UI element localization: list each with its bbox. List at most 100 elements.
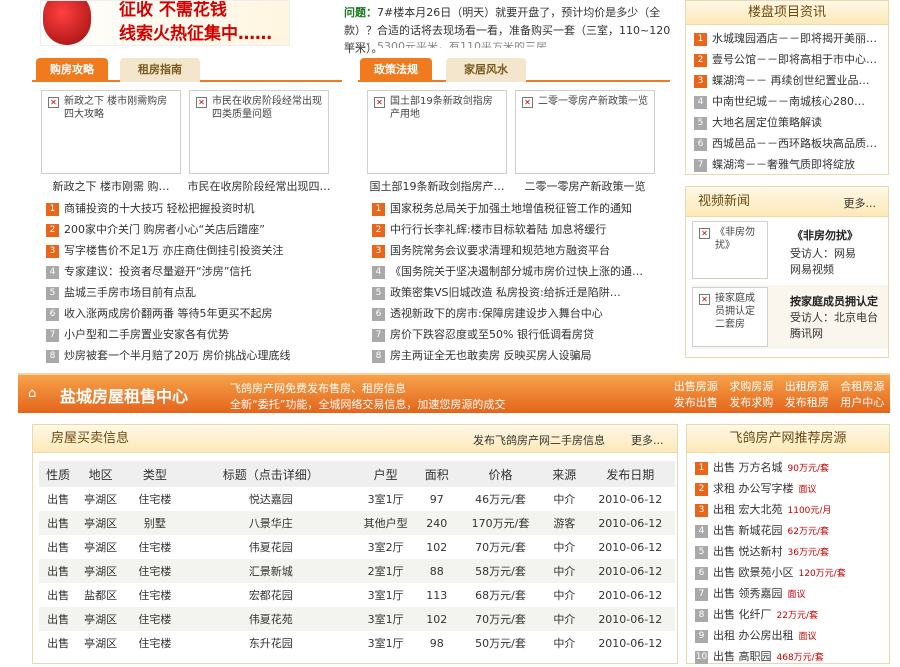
list-item[interactable]: 3 国务院常务会议要求清理和规范地方融资平台 — [372, 240, 672, 261]
list-item-title[interactable]: 政策密集VS旧城改造 私房投资:给拆迁是陷阱… — [390, 286, 621, 299]
list-item-title[interactable]: 炒房被套一个半月赔了20万 房价挑战心理底线 — [64, 349, 291, 362]
sale-publish-link[interactable]: 发布飞鸽房产网二手房信息 — [473, 432, 605, 448]
list-item-title[interactable]: 出售 欧景苑小区 — [713, 566, 794, 579]
list-item-title[interactable]: 求租 办公写字楼 — [713, 482, 794, 495]
table-row[interactable]: 出售 亭湖区 住宅楼 汇景新城 2室1厅 88 58万元/套 中介 2010-06-12 — [39, 559, 675, 583]
thumb-caption[interactable]: 二零一零房产新政策一览 — [507, 178, 663, 194]
list-item-title[interactable]: 透视新政下的房市:保障房建设步入舞台中心 — [390, 307, 603, 320]
video-item-1-title[interactable]: 《非房勿扰》 — [792, 227, 858, 243]
list-item[interactable]: 1 出售 万方名城 90万元/套 — [695, 457, 887, 478]
list-item-title[interactable]: 中南世纪城－－南城核心280… — [712, 95, 865, 108]
list-item-title[interactable]: 出租 办公房出租 — [713, 629, 794, 642]
list-item[interactable]: 7 出售 领秀嘉园 面议 — [695, 583, 887, 604]
table-cell[interactable]: 伟夏花苑 — [186, 607, 356, 631]
list-item-title[interactable]: 水城瑰园酒店－－即将揭开美丽… — [712, 32, 877, 45]
list-item[interactable]: 1 水城瑰园酒店－－即将揭开美丽… — [694, 28, 884, 49]
list-item[interactable]: 3 蝶湖湾－－ 再续创世纪置业品… — [694, 70, 884, 91]
list-item-title[interactable]: 出售 高职园 — [713, 650, 772, 663]
list-item[interactable]: 1 商铺投资的十大技巧 轻松把握投资时机 — [46, 198, 336, 219]
table-cell[interactable]: 八景华庄 — [186, 511, 356, 535]
list-item[interactable]: 8 炒房被套一个半月赔了20万 房价挑战心理底线 — [46, 345, 336, 366]
list-item[interactable]: 6 西城邑品－－西环路板块高品质… — [694, 133, 884, 154]
list-item[interactable]: 3 出租 宏大北苑 1100元/月 — [695, 499, 887, 520]
list-item-title[interactable]: 西城邑品－－西环路板块高品质… — [712, 137, 877, 150]
table-cell[interactable]: 东升花园 — [186, 631, 356, 655]
list-item-title[interactable]: 出租 宏大北苑 — [713, 503, 783, 516]
video-thumb-1[interactable]: ✕ 《非房勿扰》 — [692, 221, 768, 279]
tab-rent-guide[interactable]: 租房指南 — [120, 58, 200, 82]
list-item[interactable]: 9 出租 办公房出租 面议 — [695, 625, 887, 646]
list-item[interactable]: 6 出售 欧景苑小区 120万元/套 — [695, 562, 887, 583]
list-item[interactable]: 5 盐城三手房市场目前有点乱 — [46, 282, 336, 303]
list-item[interactable]: 10 出售 高职园 468万元/套 — [695, 646, 887, 667]
list-item-title[interactable]: 商铺投资的十大技巧 轻松把握投资时机 — [64, 202, 255, 215]
list-item-title[interactable]: 壹号公馆－－即将高相于市中心… — [712, 53, 877, 66]
banner-link[interactable]: 发布租房 — [779, 395, 835, 410]
list-item[interactable]: 1 国家税务总局关于加强土地增值税征管工作的通知 — [372, 198, 672, 219]
table-cell[interactable]: 宏都花园 — [186, 583, 356, 607]
list-item-title[interactable]: 专家建议：投资者尽量避开“涉房”信托 — [64, 265, 251, 278]
list-item[interactable]: 5 大地名居定位策略解读 — [694, 112, 884, 133]
list-item[interactable]: 7 小户型和二手房置业安家各有优势 — [46, 324, 336, 345]
list-item-title[interactable]: 盐城三手房市场目前有点乱 — [64, 286, 196, 299]
sale-more-link[interactable]: 更多... — [631, 432, 664, 448]
list-item[interactable]: 5 政策密集VS旧城改造 私房投资:给拆迁是陷阱… — [372, 282, 672, 303]
list-item[interactable]: 7 房价下跌容忍度或至50% 银行低调看房贷 — [372, 324, 672, 345]
list-item-title[interactable]: 出售 新城花园 — [713, 524, 783, 537]
list-item-title[interactable]: 蝶湖湾－－奢雅气质即将绽放 — [712, 158, 855, 171]
list-item-title[interactable]: 收入涨两成房价翻两番 等待5年更买不起房 — [64, 307, 273, 320]
list-item[interactable]: 7 蝶湖湾－－奢雅气质即将绽放 — [694, 154, 884, 175]
banner-link[interactable]: 发布出售 — [668, 395, 724, 410]
list-item-title[interactable]: 出售 化纤厂 — [713, 608, 772, 621]
table-row[interactable]: 出售 亭湖区 住宅楼 东升花园 3室1厅 98 50万元/套 中介 2010-06-12 — [39, 631, 675, 655]
list-item[interactable]: 4 专家建议：投资者尽量避开“涉房”信托 — [46, 261, 336, 282]
list-item[interactable]: 4 《国务院关于坚决遏制部分城市房价过快上涨的通… — [372, 261, 672, 282]
list-item-title[interactable]: 中行行长李礼辉:楼市目标软着陆 加息将缓行 — [390, 223, 606, 236]
list-item[interactable]: 8 房主两证全无也敢卖房 反映买房人设骗局 — [372, 345, 672, 366]
list-item-title[interactable]: 大地名居定位策略解读 — [712, 116, 822, 129]
list-item[interactable]: 2 壹号公馆－－即将高相于市中心… — [694, 49, 884, 70]
thumb-caption[interactable]: 国土部19条新政剑指房产… — [359, 178, 515, 194]
banner-link[interactable]: 发布求购 — [724, 395, 780, 410]
table-row[interactable]: 出售 亭湖区 住宅楼 悦达嘉园 3室1厅 97 46万元/套 中介 2010-06-12 — [39, 487, 675, 511]
tab-buy-guide[interactable]: 购房攻略 — [36, 58, 108, 82]
list-item[interactable]: 4 中南世纪城－－南城核心280… — [694, 91, 884, 112]
list-item-title[interactable]: 写字楼售价不足1万 亦庄商住倒挂引投资关注 — [64, 244, 284, 257]
video-more-link[interactable]: 更多... — [844, 195, 877, 211]
table-row[interactable]: 出售 盐都区 住宅楼 宏都花园 3室1厅 113 68万元/套 中介 2010-06-12 — [39, 583, 675, 607]
list-item-title[interactable]: 200家中介关门 购房者小心“关店后蹭座” — [64, 223, 265, 236]
video-thumb-2[interactable]: ✕ 接家庭成员拥认定二套房 — [692, 287, 768, 347]
list-item-title[interactable]: 国家税务总局关于加强土地增值税征管工作的通知 — [390, 202, 632, 215]
news-thumb[interactable]: ✕ 二零一零房产新政策一览 — [515, 90, 655, 174]
list-item-title[interactable]: 蝶湖湾－－ 再续创世纪置业品… — [712, 74, 870, 87]
list-item-title[interactable]: 出售 领秀嘉园 — [713, 587, 783, 600]
list-item[interactable]: 6 收入涨两成房价翻两番 等待5年更买不起房 — [46, 303, 336, 324]
list-item-title[interactable]: 国务院常务会议要求清理和规范地方融资平台 — [390, 244, 610, 257]
list-item[interactable]: 2 中行行长李礼辉:楼市目标软着陆 加息将缓行 — [372, 219, 672, 240]
list-item[interactable]: 2 求租 办公写字楼 面议 — [695, 478, 887, 499]
table-row[interactable]: 出售 亭湖区 住宅楼 伟夏花园 3室2厅 102 70万元/套 中介 2010-06-12 — [39, 535, 675, 559]
tab-policy[interactable]: 政策法规 — [360, 58, 432, 82]
list-item[interactable]: 3 写字楼售价不足1万 亦庄商住倒挂引投资关注 — [46, 240, 336, 261]
list-item-title[interactable]: 出售 万方名城 — [713, 461, 783, 474]
list-item[interactable]: 8 出售 化纤厂 22万元/套 — [695, 604, 887, 625]
list-item-title[interactable]: 房主两证全无也敢卖房 反映买房人设骗局 — [390, 349, 592, 362]
table-row[interactable]: 出售 亭湖区 住宅楼 伟夏花苑 3室1厅 102 70万元/套 中介 2010-06-12 — [39, 607, 675, 631]
news-thumb[interactable]: ✕ 国土部19条新政剑指房产用地 — [367, 90, 507, 174]
banner-link[interactable]: 出售房源 — [668, 379, 724, 394]
list-item[interactable]: 6 透视新政下的房市:保障房建设步入舞台中心 — [372, 303, 672, 324]
list-item[interactable]: 4 出售 新城花园 62万元/套 — [695, 520, 887, 541]
thumb-caption[interactable]: 新政之下 楼市刚需 购… — [33, 178, 189, 194]
banner-link[interactable]: 出租房源 — [779, 379, 835, 394]
list-item[interactable]: 2 200家中介关门 购房者小心“关店后蹭座” — [46, 219, 336, 240]
news-thumb[interactable]: ✕ 新政之下 楼市刚需购房四大攻略 — [41, 90, 181, 174]
banner-link[interactable]: 合租房源 — [835, 379, 891, 394]
promo-banner[interactable]: 征收 不需花钱 线索火热征集中…… — [40, 0, 290, 46]
table-row[interactable]: 出售 亭湖区 别墅 八景华庄 其他户型 240 170万元/套 游客 2010-06-12 — [39, 511, 675, 535]
banner-link[interactable]: 求购房源 — [724, 379, 780, 394]
table-cell[interactable]: 伟夏花园 — [186, 535, 356, 559]
banner-link[interactable]: 用户中心 — [835, 395, 891, 410]
table-cell[interactable]: 悦达嘉园 — [186, 487, 356, 511]
list-item[interactable]: 5 出售 悦达新村 36万元/套 — [695, 541, 887, 562]
news-thumb[interactable]: ✕ 市民在收房阶段经常出现四类质量问题 — [189, 90, 329, 174]
